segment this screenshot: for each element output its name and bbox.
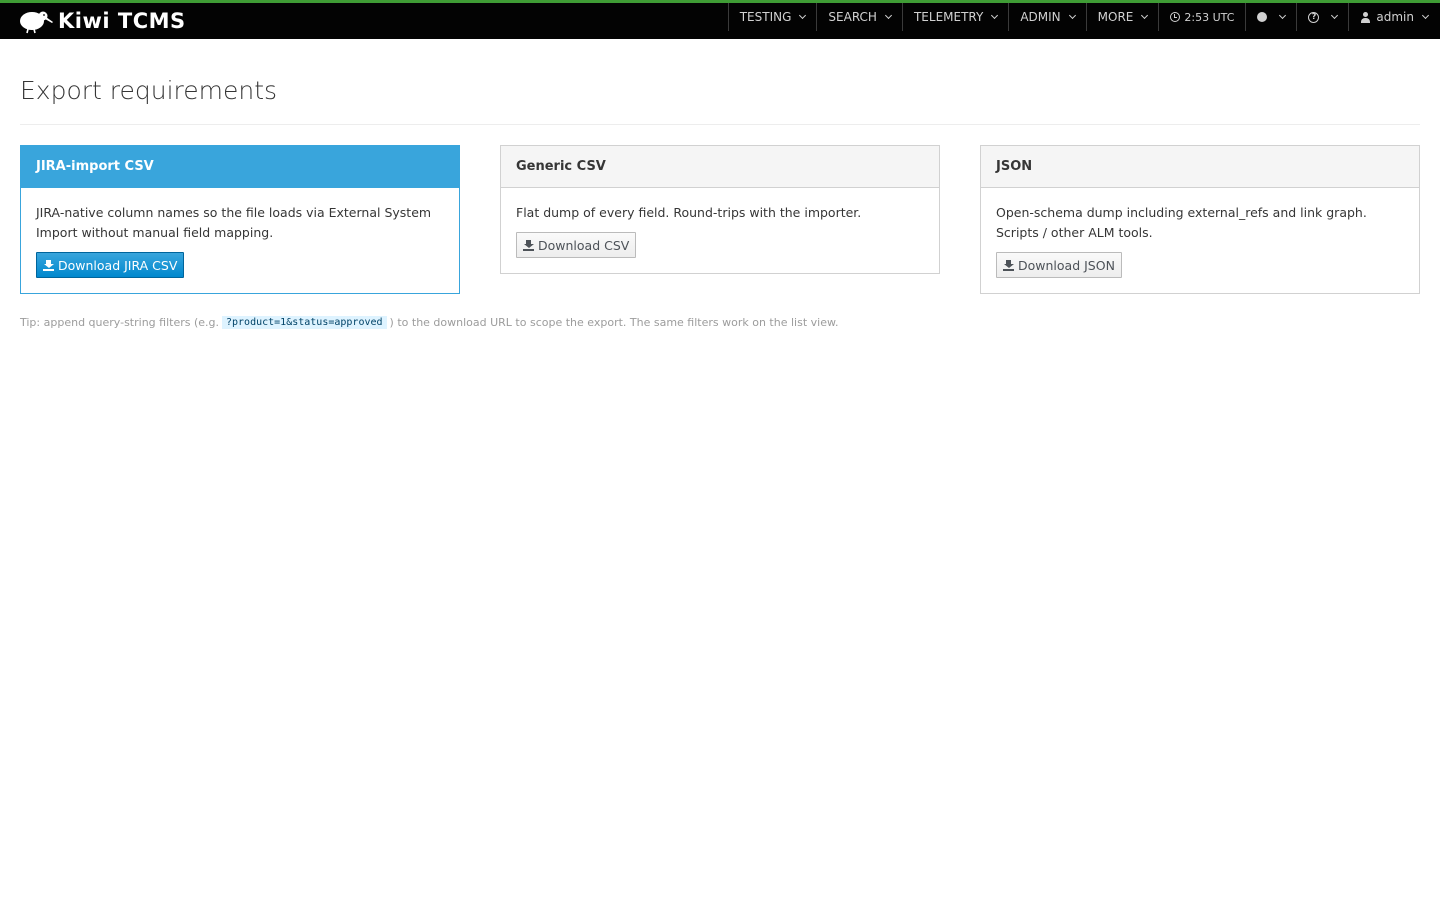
chevron-down-icon [884, 11, 893, 20]
card-generic-csv: Generic CSV Flat dump of every field. Ro… [500, 145, 940, 274]
globe-icon [1257, 12, 1268, 22]
card-jira-csv-title: JIRA-import CSV [21, 146, 459, 188]
download-csv-button[interactable]: Download CSV [516, 232, 637, 258]
download-jira-csv-label: Download JIRA CSV [58, 257, 178, 273]
download-json-label: Download JSON [1018, 257, 1115, 273]
chevron-down-icon [1331, 11, 1339, 20]
nav-search[interactable]: SEARCH [816, 3, 902, 31]
nav-admin[interactable]: ADMIN [1008, 3, 1085, 31]
tip-text-after: ) to the download URL to scope the expor… [389, 316, 839, 329]
nav-language[interactable] [1245, 3, 1296, 31]
chevron-down-icon [991, 11, 999, 20]
card-generic-csv-description: Flat dump of every field. Round-trips wi… [516, 205, 862, 220]
brand-name: Kiwi TCMS [58, 9, 186, 33]
chevron-down-icon [1421, 11, 1430, 20]
download-csv-label: Download CSV [538, 237, 630, 253]
chevron-down-icon [799, 11, 807, 20]
card-json-body: Open-schema dump including external_refs… [981, 188, 1419, 293]
nav-user[interactable]: admin [1348, 3, 1440, 31]
nav-testing-label: TESTING [739, 10, 792, 24]
card-json-title: JSON [981, 146, 1419, 188]
download-json-button[interactable]: Download JSON [996, 252, 1122, 278]
tip-text-before: Tip: append query-string filters (e.g. [20, 316, 219, 329]
brand-link[interactable]: Kiwi TCMS [18, 7, 186, 35]
title-divider [20, 124, 1420, 125]
chevron-down-icon [1279, 11, 1287, 20]
user-icon [1360, 11, 1370, 23]
chevron-down-icon [1068, 11, 1076, 20]
nav-clock[interactable]: 2:53 UTC [1158, 3, 1245, 31]
download-jira-csv-button[interactable]: Download JIRA CSV [36, 252, 185, 278]
page-title: Export requirements [20, 76, 278, 105]
nav-search-label: SEARCH [828, 10, 877, 24]
export-tip: Tip: append query-string filters (e.g. ?… [20, 316, 838, 329]
card-generic-csv-title: Generic CSV [501, 146, 939, 188]
nav-help[interactable]: ? [1296, 3, 1348, 31]
kiwi-bird-icon [20, 11, 53, 34]
tip-query-code: ?product=1&status=approved [222, 316, 387, 329]
top-navbar: Kiwi TCMS TESTING SEARCH TELEMETRY ADMIN… [0, 0, 1440, 39]
nav-telemetry-label: TELEMETRY [913, 10, 984, 24]
download-icon [523, 239, 534, 251]
navbar-menu: TESTING SEARCH TELEMETRY ADMIN MORE 2:53… [727, 3, 1440, 39]
card-json-description: Open-schema dump including external_refs… [996, 205, 1367, 240]
download-icon [43, 259, 54, 271]
card-jira-csv: JIRA-import CSV JIRA-native column names… [20, 145, 460, 294]
question-circle-icon: ? [1308, 11, 1320, 23]
clock-text: 2:53 UTC [1184, 10, 1235, 24]
card-generic-csv-body: Flat dump of every field. Round-trips wi… [501, 188, 939, 273]
clock-icon [1170, 12, 1181, 22]
nav-testing[interactable]: TESTING [727, 3, 817, 31]
nav-more[interactable]: MORE [1085, 3, 1159, 31]
nav-more-label: MORE [1097, 10, 1134, 24]
chevron-down-icon [1141, 11, 1149, 20]
nav-admin-label: ADMIN [1020, 10, 1061, 24]
card-jira-csv-body: JIRA-native column names so the file loa… [21, 188, 459, 293]
card-json: JSON Open-schema dump including external… [980, 145, 1420, 294]
download-icon [1003, 259, 1014, 271]
user-name: admin [1376, 10, 1414, 24]
card-jira-csv-description: JIRA-native column names so the file loa… [36, 205, 432, 240]
nav-telemetry[interactable]: TELEMETRY [901, 3, 1008, 31]
